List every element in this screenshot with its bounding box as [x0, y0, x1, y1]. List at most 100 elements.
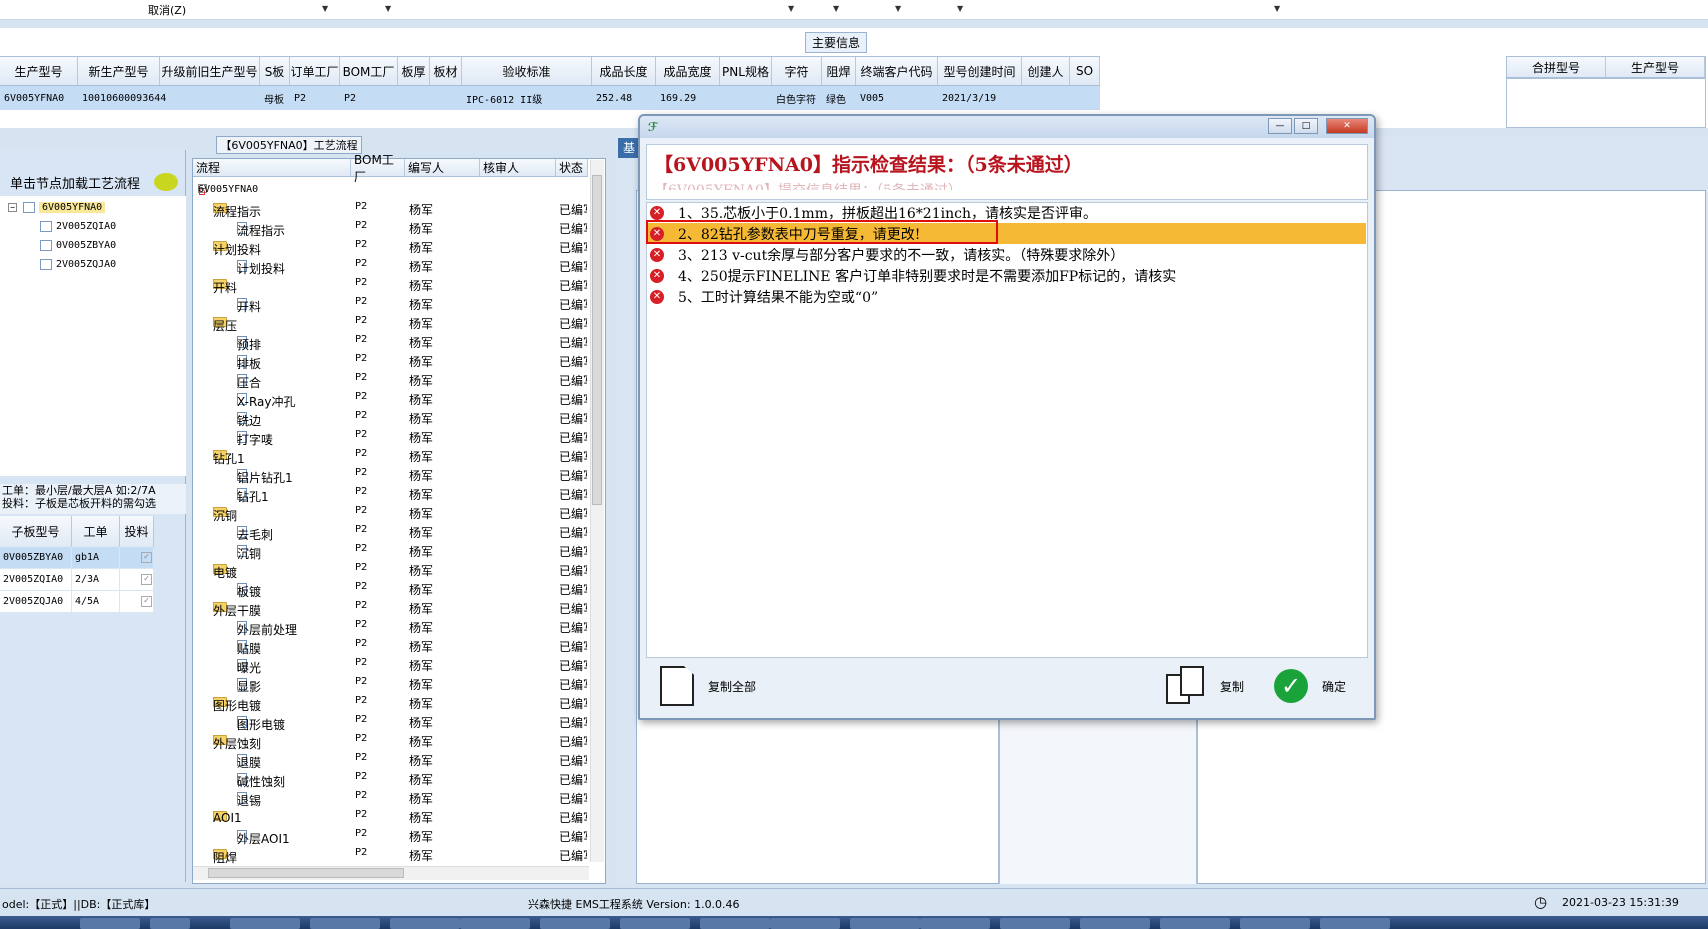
process-row[interactable]: 去毛刺P2杨军已编写 [193, 522, 588, 542]
list-item[interactable]: ✕ 4、250提示FINELINE 客户订单非特别要求时是不需要添加FP标记的，请… [648, 265, 1366, 286]
copy-button[interactable]: 复制 [1166, 666, 1244, 706]
process-row[interactable]: −开料P2杨军已编写 [193, 275, 588, 295]
column-header[interactable]: 验收标准 [462, 57, 592, 85]
collapse-icon[interactable]: − [8, 203, 17, 212]
column-header[interactable]: 板厚 [398, 57, 430, 85]
process-row[interactable]: 计划投料P2杨军已编写 [193, 256, 588, 276]
checkbox[interactable] [40, 240, 52, 251]
process-root[interactable]: − ⌂ 6V005YFNA0 [193, 180, 588, 199]
process-row[interactable]: 流程指示P2杨军已编写 [193, 218, 588, 238]
column-header[interactable]: 生产型号 [0, 57, 78, 85]
list-item[interactable]: ✕ 5、工时计算结果不能为空或“0” [648, 286, 1366, 307]
list-item[interactable]: ✕ 3、213 v-cut余厚与部分客户要求的不一致，请核实。（特殊要求除外） [648, 244, 1366, 265]
minimize-button[interactable]: — [1268, 118, 1292, 134]
process-row[interactable]: 开料P2杨军已编写 [193, 294, 588, 314]
process-row[interactable]: −层压P2杨军已编写 [193, 313, 588, 333]
taskbar-button[interactable] [1000, 918, 1070, 929]
checkbox[interactable]: ✓ [141, 596, 152, 607]
chevron-down-icon[interactable]: ▼ [895, 4, 901, 13]
column-header[interactable]: 创建人 [1022, 57, 1070, 85]
taskbar-button[interactable] [920, 918, 990, 929]
cancel-menu[interactable]: 取消(Z) [148, 2, 186, 18]
chat-bubble-icon[interactable] [154, 173, 178, 191]
column-header[interactable]: PNL规格 [720, 57, 772, 85]
tree-node[interactable]: 0V005ZBYA0 [40, 240, 116, 251]
column-header[interactable]: 升级前旧生产型号 [160, 57, 260, 85]
taskbar-button[interactable] [1160, 918, 1230, 929]
column-header[interactable]: 成品宽度 [656, 57, 720, 85]
column-header[interactable]: BOM工厂 [340, 57, 398, 85]
taskbar-button[interactable] [770, 918, 840, 929]
table-row[interactable]: 2V005ZQIA0 2/3A ✓ [0, 569, 154, 591]
process-row[interactable]: 显影P2杨军已编写 [193, 674, 588, 694]
taskbar-button[interactable] [620, 918, 690, 929]
column-header[interactable]: 订单工厂 [290, 57, 340, 85]
process-row[interactable]: 外层前处理P2杨军已编写 [193, 617, 588, 637]
process-row[interactable]: X-Ray冲孔P2杨军已编写 [193, 389, 588, 409]
process-row[interactable]: −电镀P2杨军已编写 [193, 560, 588, 580]
close-button[interactable]: ✕ [1326, 118, 1368, 134]
taskbar-button[interactable] [80, 918, 140, 929]
process-row[interactable]: −流程指示P2杨军已编写 [193, 199, 588, 219]
column-header[interactable]: 字符 [772, 57, 822, 85]
copy-all-button[interactable]: 复制全部 [660, 666, 756, 706]
process-row[interactable]: −外层干膜P2杨军已编写 [193, 598, 588, 618]
process-row[interactable]: 外层AOI1P2杨军已编写 [193, 826, 588, 846]
process-row[interactable]: 排板P2杨军已编写 [193, 351, 588, 371]
process-row[interactable]: 退锡P2杨军已编写 [193, 788, 588, 808]
process-row[interactable]: −外层蚀刻P2杨军已编写 [193, 731, 588, 751]
scroll-thumb[interactable] [592, 175, 602, 505]
process-row[interactable]: 板镀P2杨军已编写 [193, 579, 588, 599]
ok-button[interactable]: ✓ 确定 [1274, 669, 1346, 703]
taskbar-button[interactable] [230, 918, 300, 929]
column-header[interactable]: 成品长度 [592, 57, 656, 85]
dialog-titlebar[interactable]: ℱ [640, 116, 1374, 138]
chevron-down-icon[interactable]: ▼ [833, 4, 839, 13]
chevron-down-icon[interactable]: ▼ [385, 4, 391, 13]
column-header[interactable]: 型号创建时间 [938, 57, 1022, 85]
process-row[interactable]: 铝片钻孔1P2杨军已编写 [193, 465, 588, 485]
taskbar-button[interactable] [1240, 918, 1310, 929]
checkbox[interactable]: ✓ [141, 552, 152, 563]
process-row[interactable]: −阻焊P2杨军已编写 [193, 845, 588, 865]
process-row[interactable]: 图形电镀P2杨军已编写 [193, 712, 588, 732]
main-info-row[interactable]: 6V005YFNA0 10010600093644 母板 P2 P2 IPC-6012 I… [0, 86, 1100, 110]
chevron-down-icon[interactable]: ▼ [788, 4, 794, 13]
tab-process-flow[interactable]: 【6V005YFNA0】工艺流程 [216, 136, 362, 154]
checkbox[interactable]: ✓ [141, 574, 152, 585]
column-header[interactable]: S板 [260, 57, 290, 85]
column-header[interactable]: SO [1070, 57, 1100, 85]
process-row[interactable]: −AOI1P2杨军已编写 [193, 807, 588, 826]
process-row[interactable]: −沉铜P2杨军已编写 [193, 503, 588, 523]
process-row[interactable]: −计划投料P2杨军已编写 [193, 237, 588, 257]
checkbox[interactable] [40, 259, 52, 270]
process-row[interactable]: 沉铜P2杨军已编写 [193, 541, 588, 561]
process-row[interactable]: 贴膜P2杨军已编写 [193, 636, 588, 656]
column-header[interactable]: 终端客户代码 [856, 57, 938, 85]
chevron-down-icon[interactable]: ▼ [1274, 4, 1280, 13]
tab-basic[interactable]: 基 [618, 138, 640, 158]
process-row[interactable]: −钻孔1P2杨军已编写 [193, 446, 588, 466]
taskbar-button[interactable] [460, 918, 530, 929]
table-row[interactable]: 0V005ZBYA0 gb1A ✓ [0, 547, 154, 569]
taskbar-button[interactable] [310, 918, 380, 929]
column-header[interactable]: 阻焊 [822, 57, 856, 85]
taskbar-button[interactable] [850, 918, 920, 929]
process-row[interactable]: 打字唛P2杨军已编写 [193, 427, 588, 447]
taskbar-button[interactable] [1080, 918, 1150, 929]
process-row[interactable]: 压合P2杨军已编写 [193, 370, 588, 390]
taskbar-button[interactable] [540, 918, 610, 929]
column-header[interactable]: 新生产型号 [78, 57, 160, 85]
process-row[interactable]: 曝光P2杨军已编写 [193, 655, 588, 675]
taskbar-button[interactable] [700, 918, 770, 929]
tree-node-root[interactable]: −6V005YFNA0 [8, 202, 106, 213]
checkbox[interactable] [23, 202, 35, 213]
table-row[interactable]: 2V005ZQJA0 4/5A ✓ [0, 591, 154, 613]
process-row[interactable]: 退膜P2杨军已编写 [193, 750, 588, 770]
scroll-thumb[interactable] [208, 868, 404, 878]
process-row[interactable]: 碱性蚀刻P2杨军已编写 [193, 769, 588, 789]
process-row[interactable]: −图形电镀P2杨军已编写 [193, 693, 588, 713]
tree-node[interactable]: 2V005ZQJA0 [40, 259, 116, 270]
taskbar-button[interactable] [150, 918, 190, 929]
chevron-down-icon[interactable]: ▼ [957, 4, 963, 13]
